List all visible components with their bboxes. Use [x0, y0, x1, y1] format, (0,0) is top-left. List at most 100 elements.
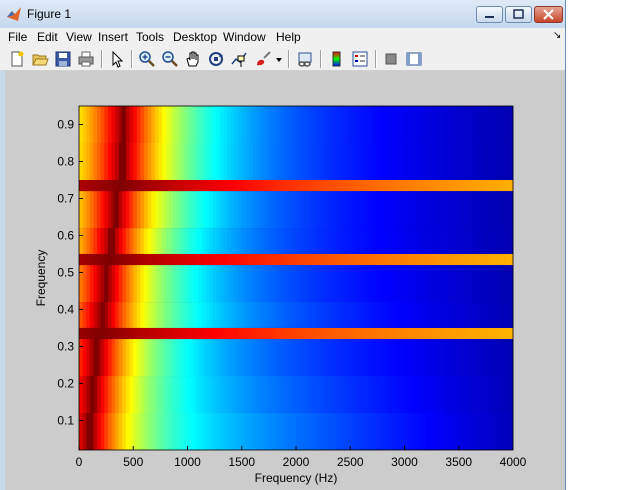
heatmap-cell — [230, 376, 235, 414]
heatmap-cell — [115, 228, 120, 254]
heatmap-cell — [397, 265, 402, 303]
new-figure-icon[interactable] — [8, 50, 26, 68]
heatmap-cell — [473, 253, 478, 266]
heatmap-cell — [429, 142, 434, 180]
insert-legend-icon[interactable] — [351, 50, 369, 68]
heatmap-cell — [473, 265, 478, 303]
heatmap-cell — [234, 191, 239, 229]
heatmap-cell — [277, 327, 282, 340]
print-icon[interactable] — [77, 50, 95, 68]
heatmap-cell — [79, 327, 84, 340]
heatmap-cell — [126, 376, 131, 414]
heatmap-cell — [245, 228, 250, 254]
heatmap-cell — [227, 302, 232, 328]
heatmap-cell — [451, 179, 456, 192]
heatmap-cell — [158, 253, 163, 266]
heatmap-cell — [93, 179, 98, 192]
heatmap-cell — [234, 179, 239, 192]
heatmap-cell — [281, 191, 286, 229]
zoom-out-icon[interactable] — [161, 50, 179, 68]
heatmap-cell — [248, 106, 253, 143]
heatmap-cell — [176, 339, 181, 377]
heatmap-cell — [144, 339, 149, 377]
link-plot-icon[interactable] — [296, 50, 314, 68]
heatmap-cell — [201, 265, 206, 303]
heatmap-cell — [169, 327, 174, 340]
heatmap-cell — [212, 253, 217, 266]
menu-help[interactable]: Help — [274, 29, 303, 45]
menu-view[interactable]: View — [64, 29, 94, 45]
heatmap-plot[interactable]: 0 500 1000 1500 2000 2500 3000 3500 4000 0.1 0.2 0.… — [5, 71, 565, 490]
open-file-icon[interactable] — [31, 50, 49, 68]
menu-desktop[interactable]: Desktop — [171, 29, 219, 45]
hide-plot-tools-icon[interactable] — [382, 50, 400, 68]
minimize-button[interactable] — [476, 6, 503, 23]
data-cursor-icon[interactable] — [230, 50, 248, 68]
heatmap-cell — [306, 253, 311, 266]
heatmap-cell — [480, 376, 485, 414]
pan-icon[interactable] — [184, 50, 202, 68]
maximize-button[interactable] — [505, 6, 532, 23]
heatmap-cell — [79, 265, 84, 303]
heatmap-cell — [245, 265, 250, 303]
menu-window[interactable]: Window — [221, 29, 268, 45]
heatmap-cell — [408, 413, 413, 450]
heatmap-cell — [151, 376, 156, 414]
heatmap-cell — [89, 179, 94, 192]
heatmap-cell — [408, 302, 413, 328]
heatmap-cell — [230, 191, 235, 229]
heatmap-cell — [393, 376, 398, 414]
heatmap-cell — [288, 413, 293, 450]
menu-insert[interactable]: Insert — [96, 29, 130, 45]
heatmap-cell — [390, 142, 395, 180]
close-button[interactable] — [534, 6, 563, 23]
heatmap-cell — [382, 302, 387, 328]
heatmap-cell — [245, 327, 250, 340]
heatmap-cell — [248, 302, 253, 328]
heatmap-cell — [270, 179, 275, 192]
brush-icon[interactable] — [254, 50, 272, 68]
heatmap-cell — [93, 191, 98, 229]
heatmap-cell — [248, 191, 253, 229]
heatmap-cell — [397, 376, 402, 414]
heatmap-cell — [216, 376, 221, 414]
heatmap-cell — [303, 327, 308, 340]
heatmap-cell — [491, 253, 496, 266]
heatmap-cell — [458, 253, 463, 266]
heatmap-cell — [205, 327, 210, 340]
title-bar[interactable]: Figure 1 — [0, 0, 565, 28]
heatmap-cell — [201, 253, 206, 266]
chevron-down-icon[interactable] — [274, 50, 284, 68]
heatmap-cell — [444, 253, 449, 266]
heatmap-cell — [440, 265, 445, 303]
menu-dock-arrow[interactable]: ↘ — [553, 30, 561, 41]
insert-colorbar-icon[interactable] — [328, 50, 346, 68]
heatmap-cell — [154, 339, 159, 377]
figure-canvas[interactable]: 0 500 1000 1500 2000 2500 3000 3500 4000 0.1 0.2 0.… — [5, 71, 565, 490]
heatmap-cell — [455, 179, 460, 192]
edit-plot-icon[interactable] — [108, 50, 126, 68]
menu-edit[interactable]: Edit — [35, 29, 60, 45]
heatmap-cell — [238, 302, 243, 328]
menu-file[interactable]: File — [6, 29, 29, 45]
heatmap-cell — [422, 376, 427, 414]
zoom-in-icon[interactable] — [138, 50, 156, 68]
heatmap-cell — [502, 106, 507, 143]
show-plot-tools-icon[interactable] — [405, 50, 423, 68]
heatmap-cell — [97, 376, 102, 414]
rotate-3d-icon[interactable] — [207, 50, 225, 68]
heatmap-cell — [281, 339, 286, 377]
menu-tools[interactable]: Tools — [134, 29, 166, 45]
heatmap-cell — [277, 376, 282, 414]
toolbar-separator — [375, 50, 377, 68]
heatmap-cell — [223, 179, 228, 192]
heatmap-cell — [147, 413, 152, 450]
heatmap-cell — [209, 376, 214, 414]
heatmap-cell — [194, 179, 199, 192]
save-icon[interactable] — [54, 50, 72, 68]
heatmap-cell — [263, 191, 268, 229]
heatmap-cell — [176, 179, 181, 192]
heatmap-cell — [487, 265, 492, 303]
heatmap-cell — [187, 228, 192, 254]
heatmap-cell — [129, 376, 134, 414]
